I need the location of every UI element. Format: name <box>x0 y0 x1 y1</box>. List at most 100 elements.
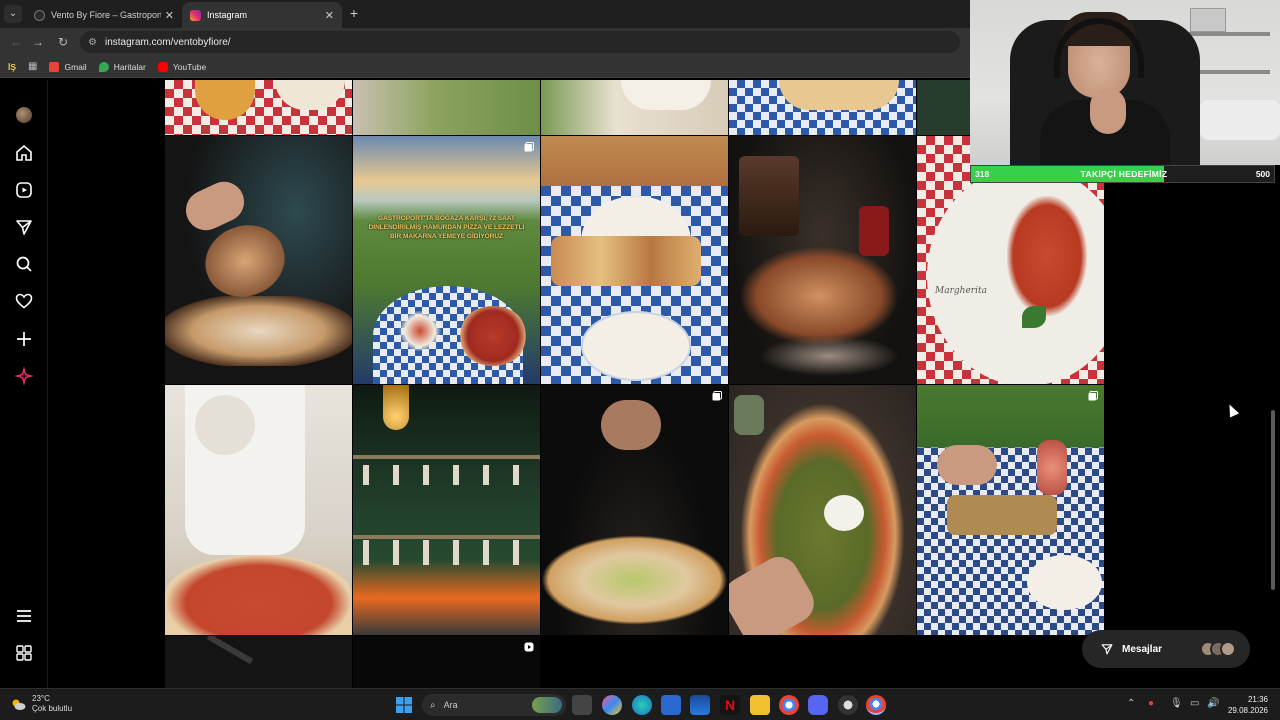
edge-icon[interactable] <box>632 695 652 715</box>
post-tile[interactable] <box>541 136 728 384</box>
tab-vento-by-fiore[interactable]: Vento By Fiore – Gastroport Çar ✕ <box>26 2 182 28</box>
bookmark-maps[interactable]: Haritalar <box>98 61 146 72</box>
tab-title: Instagram <box>207 10 248 20</box>
post-tile[interactable] <box>729 136 916 384</box>
goal-current: 318 <box>975 169 990 179</box>
profile-post-grid: GASTROPORT'TA BOĞAZA KARŞI, 72 SAAT DİNL… <box>165 80 1105 688</box>
notifications-icon[interactable] <box>14 291 34 311</box>
post-tile[interactable] <box>165 636 352 688</box>
vento-favicon-icon <box>34 9 45 21</box>
new-tab-button[interactable]: + <box>346 5 362 21</box>
avatar <box>1220 641 1236 657</box>
reel-badge-icon <box>524 642 534 652</box>
windows-start-icon[interactable] <box>394 695 414 715</box>
post-tile[interactable] <box>917 80 970 135</box>
bookmark-is-shortcut[interactable]: İŞ <box>8 62 16 72</box>
tab-instagram[interactable]: Instagram ✕ <box>182 2 342 28</box>
search-icon: ⌕ <box>430 699 436 711</box>
tab-close-icon[interactable]: ✕ <box>325 9 334 22</box>
create-icon[interactable] <box>14 329 34 349</box>
messages-icon[interactable] <box>14 217 34 237</box>
address-bar[interactable]: ⚙ instagram.com/ventobyfiore/ <box>80 31 960 53</box>
page-scrollbar[interactable] <box>1271 410 1275 590</box>
file-explorer-icon[interactable] <box>750 695 770 715</box>
post-tile[interactable] <box>729 80 916 135</box>
carousel-badge-icon <box>712 391 722 401</box>
figurine <box>1190 8 1226 32</box>
bookmark-label: YouTube <box>172 61 207 72</box>
url-text: instagram.com/ventobyfiore/ <box>104 36 231 48</box>
instagram-sidebar <box>0 80 48 688</box>
chrome-icon[interactable] <box>779 695 799 715</box>
calendar-icon[interactable] <box>690 695 710 715</box>
cloudy-weather-icon <box>12 699 26 710</box>
follower-goal-bar: 318 TAKİPÇİ HEDEFİMİZ 500 <box>970 165 1275 183</box>
post-tile[interactable] <box>541 80 728 135</box>
reload-icon[interactable]: ↻ <box>55 34 71 50</box>
reels-icon[interactable] <box>14 180 34 200</box>
weather-widget[interactable]: 23°C Çok bulutlu <box>10 694 72 714</box>
post-tile[interactable] <box>729 385 916 635</box>
post-tile[interactable] <box>353 636 540 688</box>
temperature: 23°C <box>32 694 50 703</box>
taskbar-search[interactable]: ⌕ Ara <box>422 694 566 716</box>
back-icon[interactable]: ← <box>8 34 24 50</box>
tray-overflow-icon[interactable]: ⌃ <box>1127 698 1135 709</box>
site-info-icon[interactable]: ⚙ <box>88 37 97 48</box>
bookmark-youtube[interactable]: YouTube <box>157 61 207 72</box>
tab-search-chevron-icon[interactable]: ⌄ <box>4 5 22 23</box>
copilot-icon[interactable] <box>602 695 622 715</box>
netflix-icon[interactable]: N <box>720 695 740 715</box>
chrome-active-icon[interactable] <box>866 695 886 715</box>
goal-label: TAKİPÇİ HEDEFİMİZ <box>1080 169 1168 179</box>
search-highlight-icon <box>532 697 562 713</box>
post-tile[interactable] <box>353 80 540 135</box>
clock-time: 21:36 <box>1247 695 1268 704</box>
tab-title: Vento By Fiore – Gastroport Çar <box>51 10 161 20</box>
carousel-badge-icon <box>524 142 534 152</box>
home-icon[interactable] <box>14 143 34 163</box>
bookmark-gmail[interactable]: Gmail <box>49 61 87 72</box>
windows-taskbar: 23°C Çok bulutlu ⌕ Ara N ⌃ ● 🎙 ▭ 🔊 21:36… <box>0 688 1280 720</box>
weather-text: Çok bulutlu <box>32 704 73 713</box>
mouse-cursor <box>1224 402 1240 418</box>
profile-avatar[interactable] <box>16 107 32 123</box>
threads-icon[interactable] <box>14 643 34 663</box>
post-tile[interactable]: GASTROPORT'TA BOĞAZA KARŞI, 72 SAAT DİNL… <box>353 136 540 384</box>
post-tile[interactable] <box>917 385 1104 635</box>
messages-icon <box>1101 644 1113 655</box>
post-tile[interactable] <box>353 385 540 635</box>
forward-icon[interactable]: → <box>30 34 46 50</box>
obs-icon[interactable] <box>838 695 858 715</box>
messages-label: Mesajlar <box>1122 643 1163 655</box>
apps-grid-icon[interactable]: ▦ <box>28 61 37 72</box>
more-menu-icon[interactable] <box>14 606 34 626</box>
store-icon[interactable] <box>661 695 681 715</box>
post-tile[interactable] <box>165 136 352 384</box>
search-icon[interactable] <box>14 254 34 274</box>
post-tile[interactable] <box>165 385 352 635</box>
search-placeholder: Ara <box>443 700 458 710</box>
antivirus-icon[interactable]: ● <box>1148 698 1154 709</box>
webcam-overlay <box>970 0 1280 165</box>
bookmarks-bar: İŞ ▦ Gmail Haritalar YouTube <box>0 56 970 78</box>
tab-close-icon[interactable]: ✕ <box>165 9 174 22</box>
meta-ai-icon[interactable] <box>14 366 34 386</box>
post-tile[interactable] <box>165 80 352 135</box>
streamer-hand <box>1090 88 1126 134</box>
instagram-favicon-icon <box>190 9 201 21</box>
browser-toolbar: ← → ↻ ⚙ instagram.com/ventobyfiore/ <box>0 28 970 56</box>
post-tile[interactable] <box>541 385 728 635</box>
discord-icon[interactable] <box>808 695 828 715</box>
system-clock[interactable]: 21:36 29.08.2026 <box>1228 694 1268 716</box>
messages-button[interactable]: Mesajlar <box>1082 630 1250 668</box>
goal-target: 500 <box>1255 169 1270 179</box>
microphone-icon[interactable]: 🎙 <box>1170 698 1183 709</box>
task-view-icon[interactable] <box>572 695 592 715</box>
volume-icon[interactable]: 🔊 <box>1207 698 1219 709</box>
recent-chats-avatars <box>1200 641 1236 657</box>
youtube-icon <box>157 61 168 72</box>
maps-icon <box>98 61 109 72</box>
clock-date: 29.08.2026 <box>1227 706 1268 715</box>
network-icon[interactable]: ▭ <box>1190 698 1199 709</box>
